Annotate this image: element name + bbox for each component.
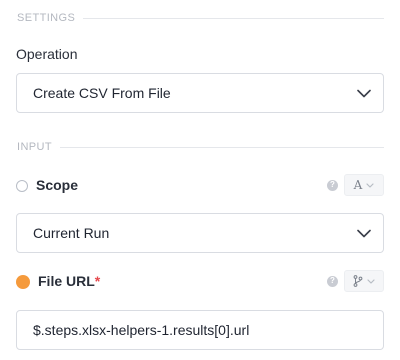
- scope-select-value: Current Run: [33, 225, 110, 241]
- operation-label: Operation: [16, 46, 78, 62]
- file-url-type-toggle[interactable]: [344, 270, 384, 292]
- help-icon[interactable]: ?: [327, 275, 338, 287]
- input-section-title: INPUT: [17, 141, 52, 153]
- help-icon[interactable]: ?: [327, 179, 338, 191]
- chevron-down-icon: [367, 278, 375, 284]
- file-url-indicator[interactable]: [16, 274, 30, 289]
- chevron-down-icon: [366, 182, 374, 188]
- required-marker: *: [94, 273, 101, 289]
- divider: [83, 17, 384, 19]
- settings-section-header: SETTINGS: [17, 12, 384, 24]
- operation-select[interactable]: Create CSV From File: [16, 73, 384, 113]
- operation-select-value: Create CSV From File: [33, 85, 171, 101]
- input-section-header: INPUT: [17, 141, 384, 153]
- chevron-down-icon: [357, 226, 371, 240]
- scope-param-row: Scope ? A: [16, 174, 384, 196]
- settings-section-title: SETTINGS: [17, 12, 76, 24]
- file-url-input-value: $.steps.xlsx-helpers-1.results[0].url: [33, 322, 250, 338]
- file-url-param-row: File URL * ?: [16, 270, 384, 292]
- branch-icon: [353, 275, 363, 287]
- scope-label: Scope: [36, 177, 79, 193]
- scope-select[interactable]: Current Run: [16, 213, 384, 253]
- text-type-icon: A: [353, 178, 363, 192]
- scope-type-toggle[interactable]: A: [344, 174, 384, 196]
- chevron-down-icon: [357, 86, 371, 100]
- scope-radio[interactable]: [16, 180, 28, 192]
- file-url-input[interactable]: $.steps.xlsx-helpers-1.results[0].url: [16, 310, 384, 350]
- file-url-label: File URL: [38, 273, 95, 289]
- divider: [60, 146, 384, 148]
